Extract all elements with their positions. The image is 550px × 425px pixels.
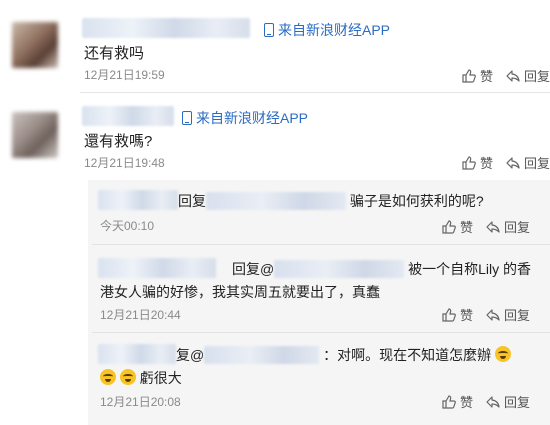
divider <box>92 244 550 245</box>
thumbs-up-icon <box>462 68 476 83</box>
reply-arrow-icon <box>486 220 500 233</box>
avatar[interactable] <box>12 22 58 68</box>
comment-text: 还有救吗 <box>84 45 145 62</box>
like-label: 赞 <box>460 220 474 235</box>
like-button[interactable]: 赞 <box>462 153 493 172</box>
reply-body-line1: 被一个自称Lily 的香 <box>408 261 532 277</box>
like-label: 赞 <box>460 308 474 323</box>
source-label: 来自新浪财经APP <box>196 110 309 126</box>
comment-time: 12月21日19:59 <box>84 68 165 82</box>
mention-blurred[interactable] <box>204 346 320 364</box>
reply-body-line2: 虧很大 <box>139 370 182 386</box>
reply-time: 12月21日20:44 <box>100 308 181 322</box>
crying-face-icon <box>119 369 136 385</box>
reply-text: 回复@ 被一个自称Lily 的香 <box>232 259 531 279</box>
thumbs-up-icon <box>442 394 456 409</box>
username-blurred[interactable] <box>98 190 178 210</box>
like-label: 赞 <box>480 156 494 171</box>
username-blurred[interactable] <box>98 258 216 278</box>
divider <box>80 92 550 93</box>
source-label: 来自新浪财经APP <box>278 22 391 38</box>
reply-arrow-icon <box>486 395 500 408</box>
reply-button[interactable]: 回复 <box>486 217 530 236</box>
reply-button[interactable]: 回复 <box>486 392 530 411</box>
reply-prefix: 复@ <box>176 347 205 363</box>
source-link[interactable]: 来自新浪财经APP <box>264 20 390 40</box>
reply-text: 复@ ：对啊。现在不知道怎麼辦 <box>176 345 511 365</box>
thumbs-up-icon <box>462 155 476 170</box>
like-button[interactable]: 赞 <box>442 217 473 236</box>
reply-prefix: 回复@ <box>232 261 275 277</box>
reply-label: 回复 <box>524 156 550 171</box>
username-blurred[interactable] <box>82 106 174 126</box>
reply-body-line2: 港女人骗的好惨，我其实周五就要出了，真蠢 <box>100 284 380 300</box>
reply-body-line2-row: 虧很大 <box>100 368 182 388</box>
reply-label: 回复 <box>504 220 531 235</box>
divider <box>92 332 550 333</box>
reply-thread <box>88 180 550 425</box>
reply-time: 12月21日20:08 <box>100 395 181 409</box>
phone-icon <box>182 111 192 125</box>
username-blurred[interactable] <box>82 18 250 38</box>
avatar[interactable] <box>12 112 58 158</box>
reply-time: 今天00:10 <box>100 219 155 233</box>
reply-arrow-icon <box>506 156 520 169</box>
phone-icon <box>264 23 274 37</box>
mention-blurred[interactable] <box>274 260 405 278</box>
reply-button[interactable]: 回复 <box>506 66 550 85</box>
like-button[interactable]: 赞 <box>462 66 493 85</box>
like-label: 赞 <box>480 69 494 84</box>
reply-label: 回复 <box>504 395 531 410</box>
source-link[interactable]: 来自新浪财经APP <box>182 108 308 128</box>
reply-arrow-icon <box>486 308 500 321</box>
reply-button[interactable]: 回复 <box>486 305 530 324</box>
reply-arrow-icon <box>506 69 520 82</box>
reply-button[interactable]: 回复 <box>506 153 550 172</box>
like-button[interactable]: 赞 <box>442 305 473 324</box>
reply-label: 回复 <box>504 308 531 323</box>
crying-face-icon <box>100 369 116 385</box>
reply-prefix: 回复 <box>178 193 206 209</box>
comment-time: 12月21日19:48 <box>84 156 165 170</box>
username-blurred[interactable] <box>98 344 176 364</box>
reply-body-line1: ：对啊。现在不知道怎麼辦 <box>323 347 492 363</box>
comment-text: 還有救嗎? <box>84 133 153 150</box>
thumbs-up-icon <box>442 219 456 234</box>
thumbs-up-icon <box>442 307 456 322</box>
reply-body: 骗子是如何获利的呢? <box>349 193 484 209</box>
like-label: 赞 <box>460 395 474 410</box>
reply-text: 回复 骗子是如何获利的呢? <box>178 191 484 211</box>
crying-face-icon <box>495 346 511 362</box>
reply-label: 回复 <box>524 69 550 84</box>
mention-blurred[interactable] <box>206 192 346 210</box>
like-button[interactable]: 赞 <box>442 392 473 411</box>
